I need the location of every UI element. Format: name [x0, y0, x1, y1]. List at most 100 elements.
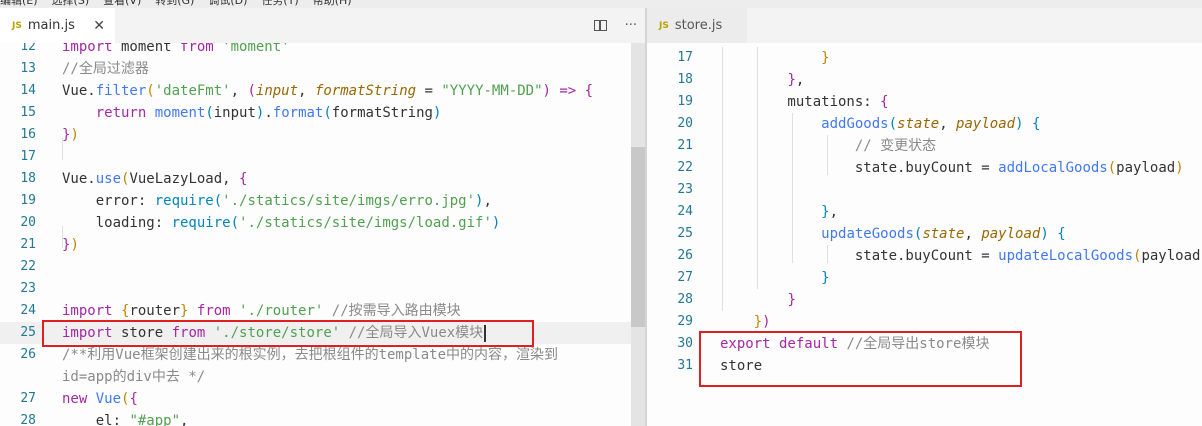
menu-item[interactable]: 转到(G): [155, 0, 194, 7]
line-number: 29: [677, 314, 693, 329]
code-line[interactable]: 23: [0, 278, 645, 300]
code-text: }: [720, 267, 829, 289]
highlight-box-export-store: [699, 331, 1022, 387]
line-number: 24: [20, 303, 36, 318]
line-number: 12: [20, 43, 36, 54]
menu-item[interactable]: 编辑(E): [0, 0, 38, 7]
tab-bar-right: JS store.js: [647, 8, 1202, 43]
code-token: {: [584, 83, 594, 99]
code-line[interactable]: 19 mutations: {: [647, 91, 1202, 113]
code-line[interactable]: 20 addGoods(state, payload) {: [647, 113, 1202, 135]
line-number: 20: [20, 215, 36, 230]
vertical-scrollbar[interactable]: [631, 43, 645, 426]
code-token: filter: [95, 83, 147, 99]
line-number: 28: [20, 413, 36, 426]
code-token: payload: [1116, 160, 1176, 176]
indent-guide: [757, 47, 758, 289]
code-token: state: [922, 226, 965, 242]
code-line[interactable]: 29 }): [647, 311, 1202, 333]
code-token: payload: [981, 226, 1041, 242]
code-text: //全局过滤器: [62, 58, 149, 80]
code-line[interactable]: 26 /**利用Vue框架创建出来的根实例，去把根组件的template中的内容，…: [0, 344, 645, 366]
menu-item[interactable]: 调试(D): [208, 0, 247, 7]
code-line[interactable]: 17: [0, 146, 645, 168]
code-line[interactable]: 28 }: [647, 289, 1202, 311]
code-line[interactable]: 15 return moment(input).format(formatStr…: [0, 102, 645, 124]
scrollbar-thumb[interactable]: [631, 147, 645, 327]
code-line[interactable]: 20 loading: require('./statics/site/imgs…: [0, 212, 645, 234]
code-line[interactable]: 25 updateGoods(state, payload) {: [647, 223, 1202, 245]
code-editor-main[interactable]: 12 import moment from 'moment' 13 //全局过滤器 14…: [0, 43, 645, 426]
code-line[interactable]: 18 },: [647, 69, 1202, 91]
line-number: 20: [677, 116, 693, 131]
code-line[interactable]: 17 }: [647, 47, 1202, 69]
line-number: 21: [677, 138, 693, 153]
code-text: },: [720, 201, 838, 223]
code-token: './statics/site/imgs/load.gif': [239, 215, 492, 231]
code-text: mutations: {: [720, 91, 888, 113]
code-token: =: [416, 83, 442, 99]
code-token: ): [1040, 226, 1049, 242]
code-line[interactable]: 22: [0, 256, 645, 278]
code-token: error:: [62, 193, 155, 209]
line-number: 25: [677, 226, 693, 241]
code-token: './router': [230, 303, 324, 319]
tab-main-js[interactable]: JS main.js ✕: [0, 8, 115, 43]
code-token: el:: [62, 413, 130, 426]
menu-item[interactable]: 查看(V): [103, 0, 141, 7]
code-line[interactable]: 27 new Vue({: [0, 388, 645, 410]
code-line[interactable]: 19 error: require('./statics/site/imgs/e…: [0, 190, 645, 212]
line-number: 22: [677, 160, 693, 175]
indent-guide: [792, 113, 793, 263]
code-line[interactable]: 21 // 变更状态: [647, 135, 1202, 157]
code-line[interactable]: 18 Vue.use(VueLazyLoad, {: [0, 168, 645, 190]
code-text: new Vue({: [62, 388, 138, 410]
line-number: 22: [20, 259, 36, 274]
menu-item[interactable]: 任务(T): [261, 0, 298, 7]
indent-guide: [827, 135, 828, 175]
code-text: import moment from 'moment': [62, 43, 290, 58]
code-token: ): [542, 83, 551, 99]
code-line[interactable]: 14 Vue.filter('dateFmt', (input, formatSt…: [0, 80, 645, 102]
code-token: state: [897, 116, 940, 132]
menu-item[interactable]: 选择(S): [52, 0, 90, 7]
code-line[interactable]: 22 state.buyCount = addLocalGoods(payloa…: [647, 157, 1202, 179]
code-token: ): [432, 105, 442, 121]
code-token: (: [888, 116, 898, 132]
code-line[interactable]: 28 el: "#app",: [0, 410, 645, 426]
split-editor-icon[interactable]: [593, 20, 607, 31]
code-text: loading: require('./statics/site/imgs/lo…: [62, 212, 501, 234]
code-token: input: [213, 105, 256, 121]
code-token: formatString: [314, 83, 417, 99]
code-text: id=app的div中去 */: [62, 366, 205, 388]
code-line[interactable]: id=app的div中去 */: [0, 366, 645, 388]
tab-store-js[interactable]: JS store.js: [647, 8, 747, 43]
code-token: formatString: [331, 105, 433, 121]
code-token: new: [62, 391, 88, 407]
code-line[interactable]: 23: [647, 179, 1202, 201]
tab-label: main.js: [27, 18, 75, 33]
code-token: //全局过滤器: [62, 61, 149, 77]
more-actions-icon[interactable]: ···: [625, 18, 637, 33]
code-line[interactable]: 12 import moment from 'moment': [0, 43, 645, 58]
menu-item[interactable]: 帮助(H): [313, 0, 352, 7]
code-line[interactable]: 26 state.buyCount = updateLocalGoods(pay…: [647, 245, 1202, 267]
code-line[interactable]: 13 //全局过滤器: [0, 58, 645, 80]
code-line[interactable]: 16}): [0, 124, 645, 146]
code-token: VueLazyLoad,: [129, 171, 240, 187]
line-number: 26: [20, 347, 36, 362]
code-text: }): [720, 311, 771, 333]
code-editor-store[interactable]: 17 } 18 }, 19 mutations: {20 addGoods(stat…: [647, 43, 1202, 426]
code-token: 'dateFmt': [154, 83, 231, 99]
close-icon[interactable]: ✕: [93, 18, 105, 34]
code-line[interactable]: 21}): [0, 234, 645, 256]
code-line[interactable]: 24 import {router} from './router' //按需导入…: [0, 300, 645, 322]
line-number: 18: [20, 171, 36, 186]
code-line[interactable]: 27 }: [647, 267, 1202, 289]
code-text: addGoods(state, payload) {: [720, 113, 1040, 135]
code-token: id=app的div中去 */: [62, 369, 206, 385]
code-line[interactable]: 24 },: [647, 201, 1202, 223]
